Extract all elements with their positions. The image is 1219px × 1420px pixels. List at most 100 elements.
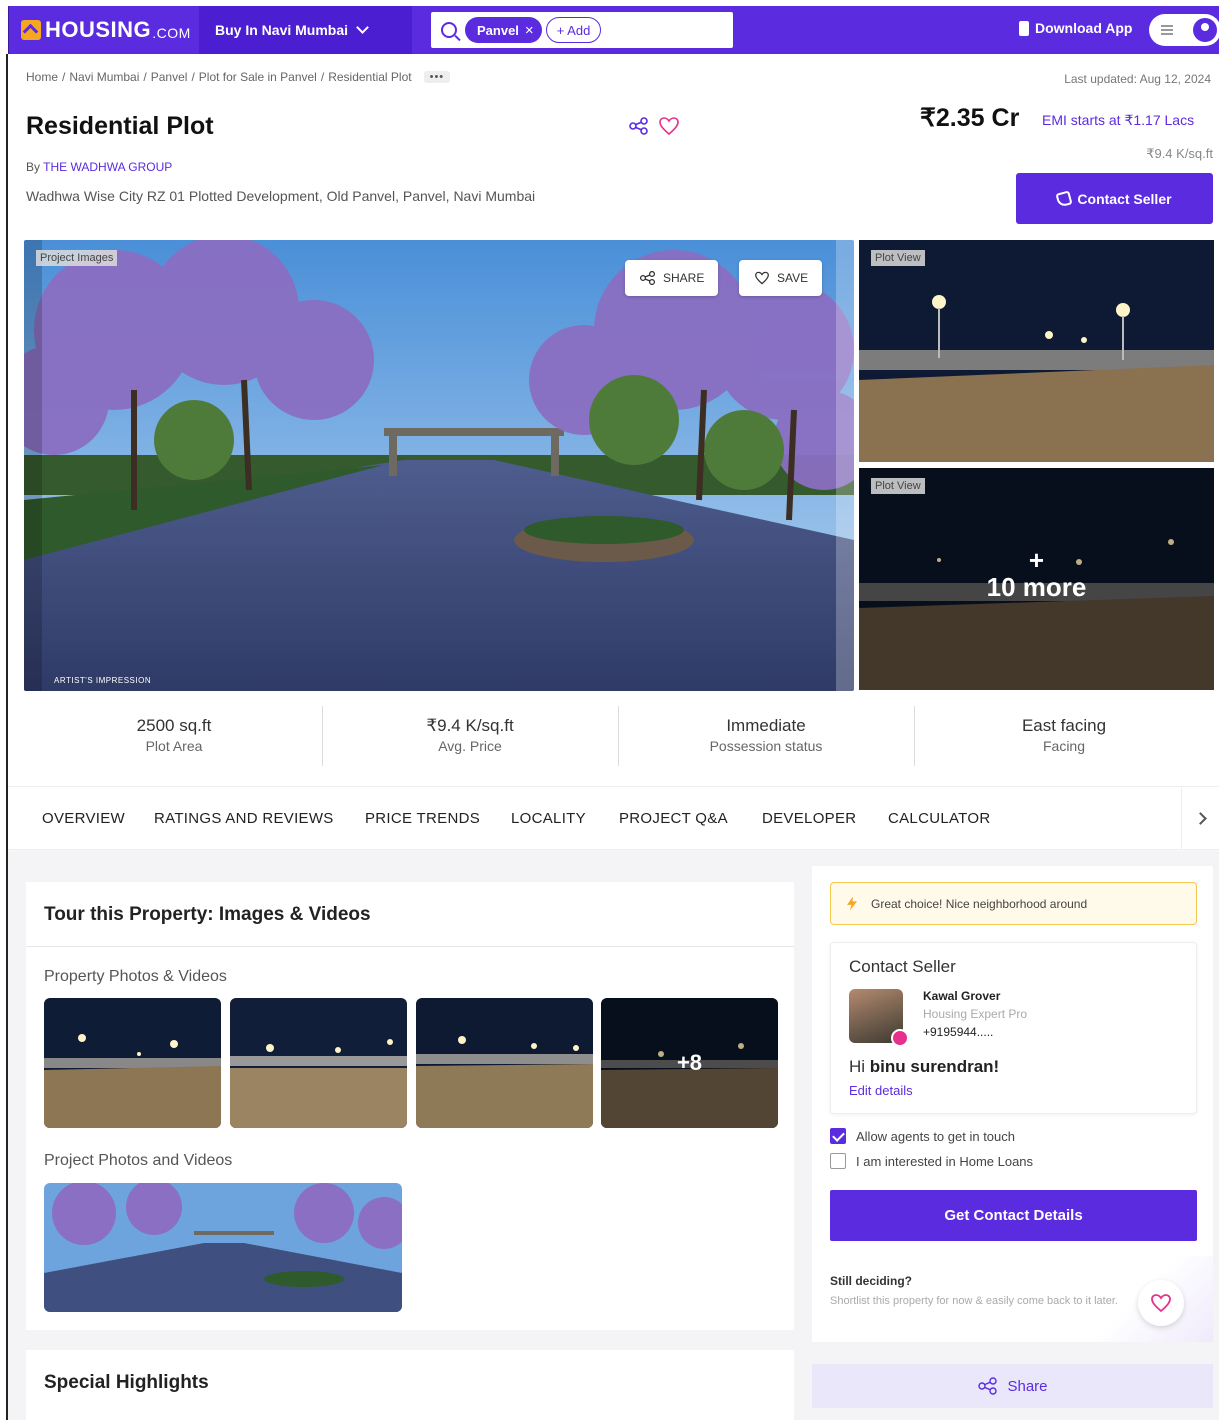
more-images-label: 10 more	[986, 572, 1087, 602]
breadcrumb-more-button[interactable]: •••	[423, 71, 451, 83]
city-select-dropdown[interactable]: Buy In Navi Mumbai	[199, 6, 412, 54]
stat-label: Possession status	[709, 738, 823, 754]
hamburger-icon	[1161, 25, 1173, 35]
search-box[interactable]: Panvel × + Add	[431, 12, 733, 48]
night-road-image	[230, 998, 407, 1128]
plot-view-image-1[interactable]: Plot View	[859, 240, 1214, 462]
special-highlights-title: Special Highlights	[44, 1372, 209, 1393]
developer-link[interactable]: THE WADHWA GROUP	[43, 160, 172, 174]
plot-view-tag: Plot View	[871, 478, 925, 494]
contact-seller-title: Contact Seller	[849, 957, 956, 976]
gallery-save-label: SAVE	[777, 271, 809, 285]
tour-title: Tour this Property: Images & Videos	[44, 904, 371, 925]
share-icon	[639, 271, 656, 285]
tab-calculator[interactable]: CALCULATOR	[888, 810, 990, 827]
user-avatar-icon	[1193, 18, 1217, 42]
location-chip[interactable]: Panvel ×	[465, 17, 542, 43]
plus-icon: +	[1028, 545, 1045, 575]
divider	[914, 706, 915, 766]
housing-logo[interactable]: HOUSING .COM	[21, 16, 191, 44]
allow-agents-checkbox-row[interactable]: Allow agents to get in touch	[830, 1128, 1015, 1144]
stat-avg-price: ₹9.4 K/sq.ft Avg. Price	[322, 716, 618, 754]
home-loans-checkbox[interactable]	[830, 1153, 846, 1169]
contact-sidebar: Great choice! Nice neighborhood around C…	[812, 866, 1213, 1342]
agent-role: Housing Expert Pro	[923, 1007, 1028, 1021]
home-logo-icon	[21, 20, 41, 40]
section-tabs: OVERVIEW RATINGS AND REVIEWS PRICE TREND…	[8, 786, 1219, 850]
download-app-link[interactable]: Download App	[1019, 20, 1132, 36]
chevron-down-icon	[356, 21, 369, 34]
tour-card: Tour this Property: Images & Videos Prop…	[26, 882, 794, 1330]
contact-seller-button[interactable]: Contact Seller	[1016, 173, 1213, 224]
location-chip-label: Panvel	[477, 22, 519, 38]
tab-price-trends[interactable]: PRICE TRENDS	[365, 810, 480, 827]
add-location-button[interactable]: + Add	[545, 17, 602, 43]
property-photo-thumb[interactable]	[230, 998, 407, 1128]
tab-developer[interactable]: DEVELOPER	[762, 810, 856, 827]
last-updated: Last updated: Aug 12, 2024	[1064, 72, 1211, 86]
agent-phone: +9195944.....	[923, 1025, 994, 1039]
main-project-image[interactable]: Project Images ARTIST'S IMPRESSION SHARE…	[24, 240, 854, 691]
phone-icon	[1019, 20, 1029, 36]
chevron-right-icon	[1194, 811, 1207, 825]
allow-agents-label: Allow agents to get in touch	[856, 1128, 1015, 1144]
artist-impression-note: ARTIST'S IMPRESSION	[54, 676, 152, 685]
logo-suffix: .COM	[152, 25, 191, 41]
heart-icon[interactable]	[658, 116, 680, 136]
greeting: Hi binu surendran!	[849, 1057, 999, 1077]
breadcrumb-current: Residential Plot	[328, 70, 412, 84]
user-menu-button[interactable]	[1149, 14, 1219, 46]
still-deciding-text: Shortlist this property for now & easily…	[830, 1295, 1118, 1307]
plot-view-tag: Plot View	[871, 250, 925, 266]
park-scene-image	[44, 1183, 402, 1312]
project-photo-thumb[interactable]	[44, 1183, 402, 1312]
tab-overview[interactable]: OVERVIEW	[42, 810, 125, 827]
shortlist-button[interactable]	[1138, 1280, 1184, 1326]
by-prefix: By	[26, 160, 41, 174]
breadcrumb-panvel[interactable]: Panvel	[151, 70, 188, 84]
share-icon	[978, 1377, 998, 1395]
more-images-overlay[interactable]: + 10 more	[859, 545, 1214, 603]
stat-label: Facing	[1042, 738, 1086, 754]
get-contact-details-button[interactable]: Get Contact Details	[830, 1190, 1197, 1241]
emi-link[interactable]: EMI starts at ₹1.17 Lacs	[1042, 112, 1194, 129]
property-photo-more-thumb[interactable]: +8	[601, 998, 778, 1128]
tab-ratings-reviews[interactable]: RATINGS AND REVIEWS	[154, 810, 334, 827]
developer-line: By THE WADHWA GROUP	[26, 160, 172, 174]
edit-details-link[interactable]: Edit details	[849, 1083, 913, 1098]
property-photo-thumb[interactable]	[44, 998, 221, 1128]
gallery-save-button[interactable]: SAVE	[739, 260, 823, 296]
stat-value: East facing	[1021, 716, 1107, 735]
breadcrumb-home[interactable]: Home	[26, 70, 58, 84]
city-select-label: Buy In Navi Mumbai	[215, 22, 349, 38]
close-icon[interactable]: ×	[525, 22, 534, 39]
home-loans-label: I am interested in Home Loans	[856, 1153, 1034, 1169]
plot-view-image-2[interactable]: Plot View + 10 more	[859, 468, 1214, 690]
tab-project-qa[interactable]: PROJECT Q&A	[619, 810, 728, 827]
heart-icon	[1151, 1294, 1171, 1313]
tab-locality[interactable]: LOCALITY	[511, 810, 586, 827]
breadcrumb-plot-sale[interactable]: Plot for Sale in Panvel	[199, 70, 317, 84]
seller-info-box: Contact Seller Kawal Grover Housing Expe…	[830, 942, 1197, 1114]
lightning-icon	[847, 896, 857, 911]
tabs-next-button[interactable]	[1181, 787, 1219, 849]
property-photos-heading: Property Photos & Videos	[44, 968, 227, 985]
download-app-label: Download App	[1035, 20, 1133, 36]
page-title: Residential Plot	[26, 112, 214, 140]
special-highlights-card: Special Highlights	[26, 1350, 794, 1420]
share-label: Share	[1007, 1377, 1048, 1395]
breadcrumb-navi-mumbai[interactable]: Navi Mumbai	[69, 70, 139, 84]
address: Wadhwa Wise City RZ 01 Plotted Developme…	[26, 188, 536, 204]
phone-call-icon	[1055, 189, 1073, 208]
stat-possession: Immediate Possession status	[618, 716, 914, 754]
avatar	[849, 989, 909, 1047]
allow-agents-checkbox[interactable]	[830, 1128, 846, 1144]
contact-seller-label: Contact Seller	[1077, 190, 1172, 207]
gallery-share-button[interactable]: SHARE	[625, 260, 719, 296]
property-photo-thumb[interactable]	[416, 998, 593, 1128]
home-loans-checkbox-row[interactable]: I am interested in Home Loans	[830, 1153, 1033, 1169]
stat-value: Immediate	[726, 716, 806, 735]
share-button[interactable]: Share	[812, 1364, 1213, 1408]
expert-badge-icon	[891, 1029, 909, 1047]
share-icon[interactable]	[628, 117, 650, 135]
